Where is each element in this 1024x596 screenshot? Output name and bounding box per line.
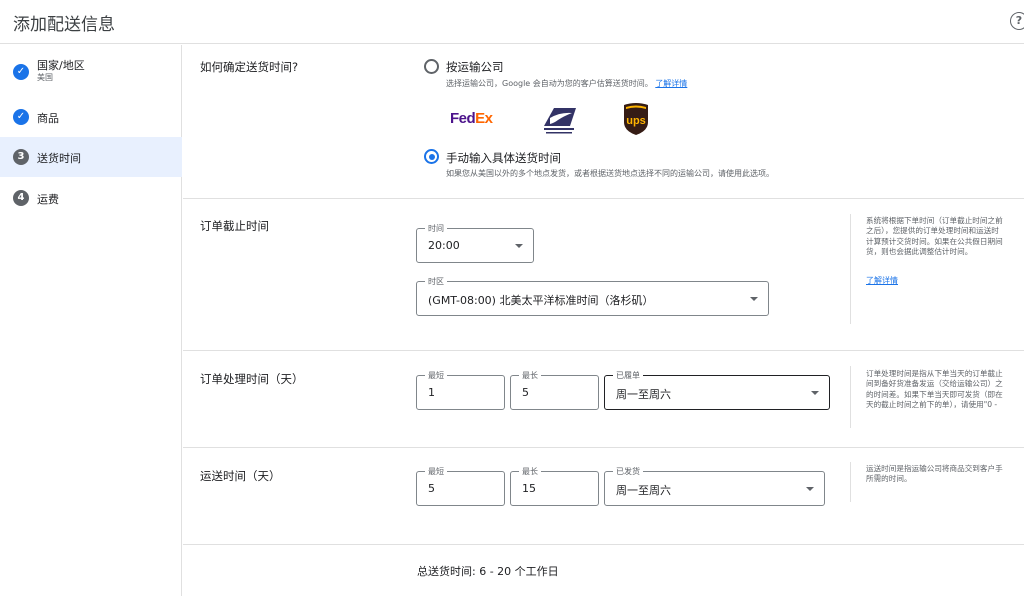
- step-shipping-fee[interactable]: 4 运费: [0, 178, 182, 218]
- field-value: 1: [428, 386, 435, 399]
- option-by-carrier-desc: 选择运输公司，Google 会自动为您的客户估算送货时间。 了解详情: [446, 79, 688, 88]
- option-manual-title: 手动输入具体送货时间: [446, 151, 561, 165]
- field-value: 20:00: [428, 239, 460, 252]
- help-divider: [850, 462, 851, 502]
- timezone-select[interactable]: 时区 (GMT-08:00) 北美太平洋标准时间（洛杉矶）: [416, 276, 769, 316]
- divider: [183, 198, 1024, 199]
- handling-max-input[interactable]: 最长 5: [510, 370, 599, 410]
- step-label: 运费: [37, 193, 59, 206]
- ups-logo: ups: [624, 103, 648, 135]
- delivery-method-label: 如何确定送货时间?: [200, 60, 299, 74]
- total-delivery-time: 总送货时间: 6 - 20 个工作日: [417, 565, 559, 578]
- field-label: 时区: [425, 276, 447, 287]
- field-value: 15: [522, 482, 536, 495]
- radio-manual[interactable]: [424, 149, 439, 164]
- transit-help-text: 运送时间是指运输公司将商品交到客户手 所需的时间。: [866, 464, 1003, 484]
- cutoff-time-select[interactable]: 时间 20:00: [416, 223, 534, 263]
- cutoff-label: 订单截止时间: [200, 219, 269, 233]
- step-label: 商品: [37, 112, 59, 125]
- svg-text:ups: ups: [626, 115, 646, 127]
- cutoff-learn-more-link[interactable]: 了解详情: [866, 275, 898, 286]
- field-label: 最长: [519, 370, 541, 381]
- help-icon[interactable]: ?: [1010, 12, 1024, 30]
- option-manual-desc: 如果您从美国以外的多个地点发货，或者根据送货地点选择不同的运输公司，请使用此选项…: [446, 169, 774, 178]
- chevron-down-icon: [515, 244, 523, 248]
- step-country[interactable]: ✓ 国家/地区 美国: [0, 45, 182, 85]
- field-label: 最短: [425, 466, 447, 477]
- page-title: 添加配送信息: [13, 15, 115, 35]
- field-value: 周一至周六: [616, 388, 671, 401]
- usps-eagle-icon: [544, 108, 576, 134]
- option-by-carrier-title: 按运输公司: [446, 60, 504, 74]
- check-icon: ✓: [13, 109, 29, 125]
- transit-min-input[interactable]: 最短 5: [416, 466, 505, 506]
- field-value: 周一至周六: [616, 484, 671, 497]
- transit-max-input[interactable]: 最长 15: [510, 466, 599, 506]
- field-value: 5: [522, 386, 529, 399]
- transit-label: 运送时间（天）: [200, 469, 281, 483]
- field-label: 时间: [425, 223, 447, 234]
- cutoff-help-text: 系统将根据下单时间（订单截止时间之前 之后），您提供的订单处理时间和运送时 计算…: [866, 216, 1003, 256]
- field-label: 最长: [519, 466, 541, 477]
- handling-days-select[interactable]: 已履单 周一至周六: [604, 370, 830, 410]
- field-label: 最短: [425, 370, 447, 381]
- handling-label: 订单处理时间（天）: [200, 372, 304, 386]
- field-value: (GMT-08:00) 北美太平洋标准时间（洛杉矶）: [428, 294, 654, 307]
- handling-help-text: 订单处理时间是指从下单当天的订单截止 间到备好货准备发运（交给运输公司）之 的时…: [866, 369, 1003, 409]
- field-value: 5: [428, 482, 435, 495]
- step-number: 4: [13, 190, 29, 206]
- chevron-down-icon: [750, 297, 758, 301]
- step-products[interactable]: ✓ 商品: [0, 95, 182, 135]
- step-number: 3: [13, 149, 29, 165]
- check-icon: ✓: [13, 64, 29, 80]
- field-label: 已发货: [613, 466, 643, 477]
- divider: [183, 447, 1024, 448]
- divider: [183, 350, 1024, 351]
- divider: [183, 544, 1024, 545]
- transit-days-select[interactable]: 已发货 周一至周六: [604, 466, 825, 506]
- help-divider: [850, 214, 851, 324]
- step-label: 送货时间: [37, 152, 81, 165]
- field-label: 已履单: [613, 370, 643, 381]
- chevron-down-icon: [806, 487, 814, 491]
- help-divider: [850, 366, 851, 428]
- learn-more-link[interactable]: 了解详情: [655, 79, 687, 88]
- step-label: 国家/地区: [37, 59, 85, 72]
- handling-min-input[interactable]: 最短 1: [416, 370, 505, 410]
- radio-by-carrier[interactable]: [424, 59, 439, 74]
- step-delivery-time[interactable]: 3 送货时间: [0, 137, 182, 177]
- fedex-logo: FedEx: [450, 110, 493, 127]
- chevron-down-icon: [811, 391, 819, 395]
- page-header: 添加配送信息 ?: [0, 0, 1024, 44]
- step-sublabel: 美国: [37, 73, 53, 82]
- steps-sidebar: ✓ 国家/地区 美国 ✓ 商品 3 送货时间 4 运费: [0, 45, 182, 596]
